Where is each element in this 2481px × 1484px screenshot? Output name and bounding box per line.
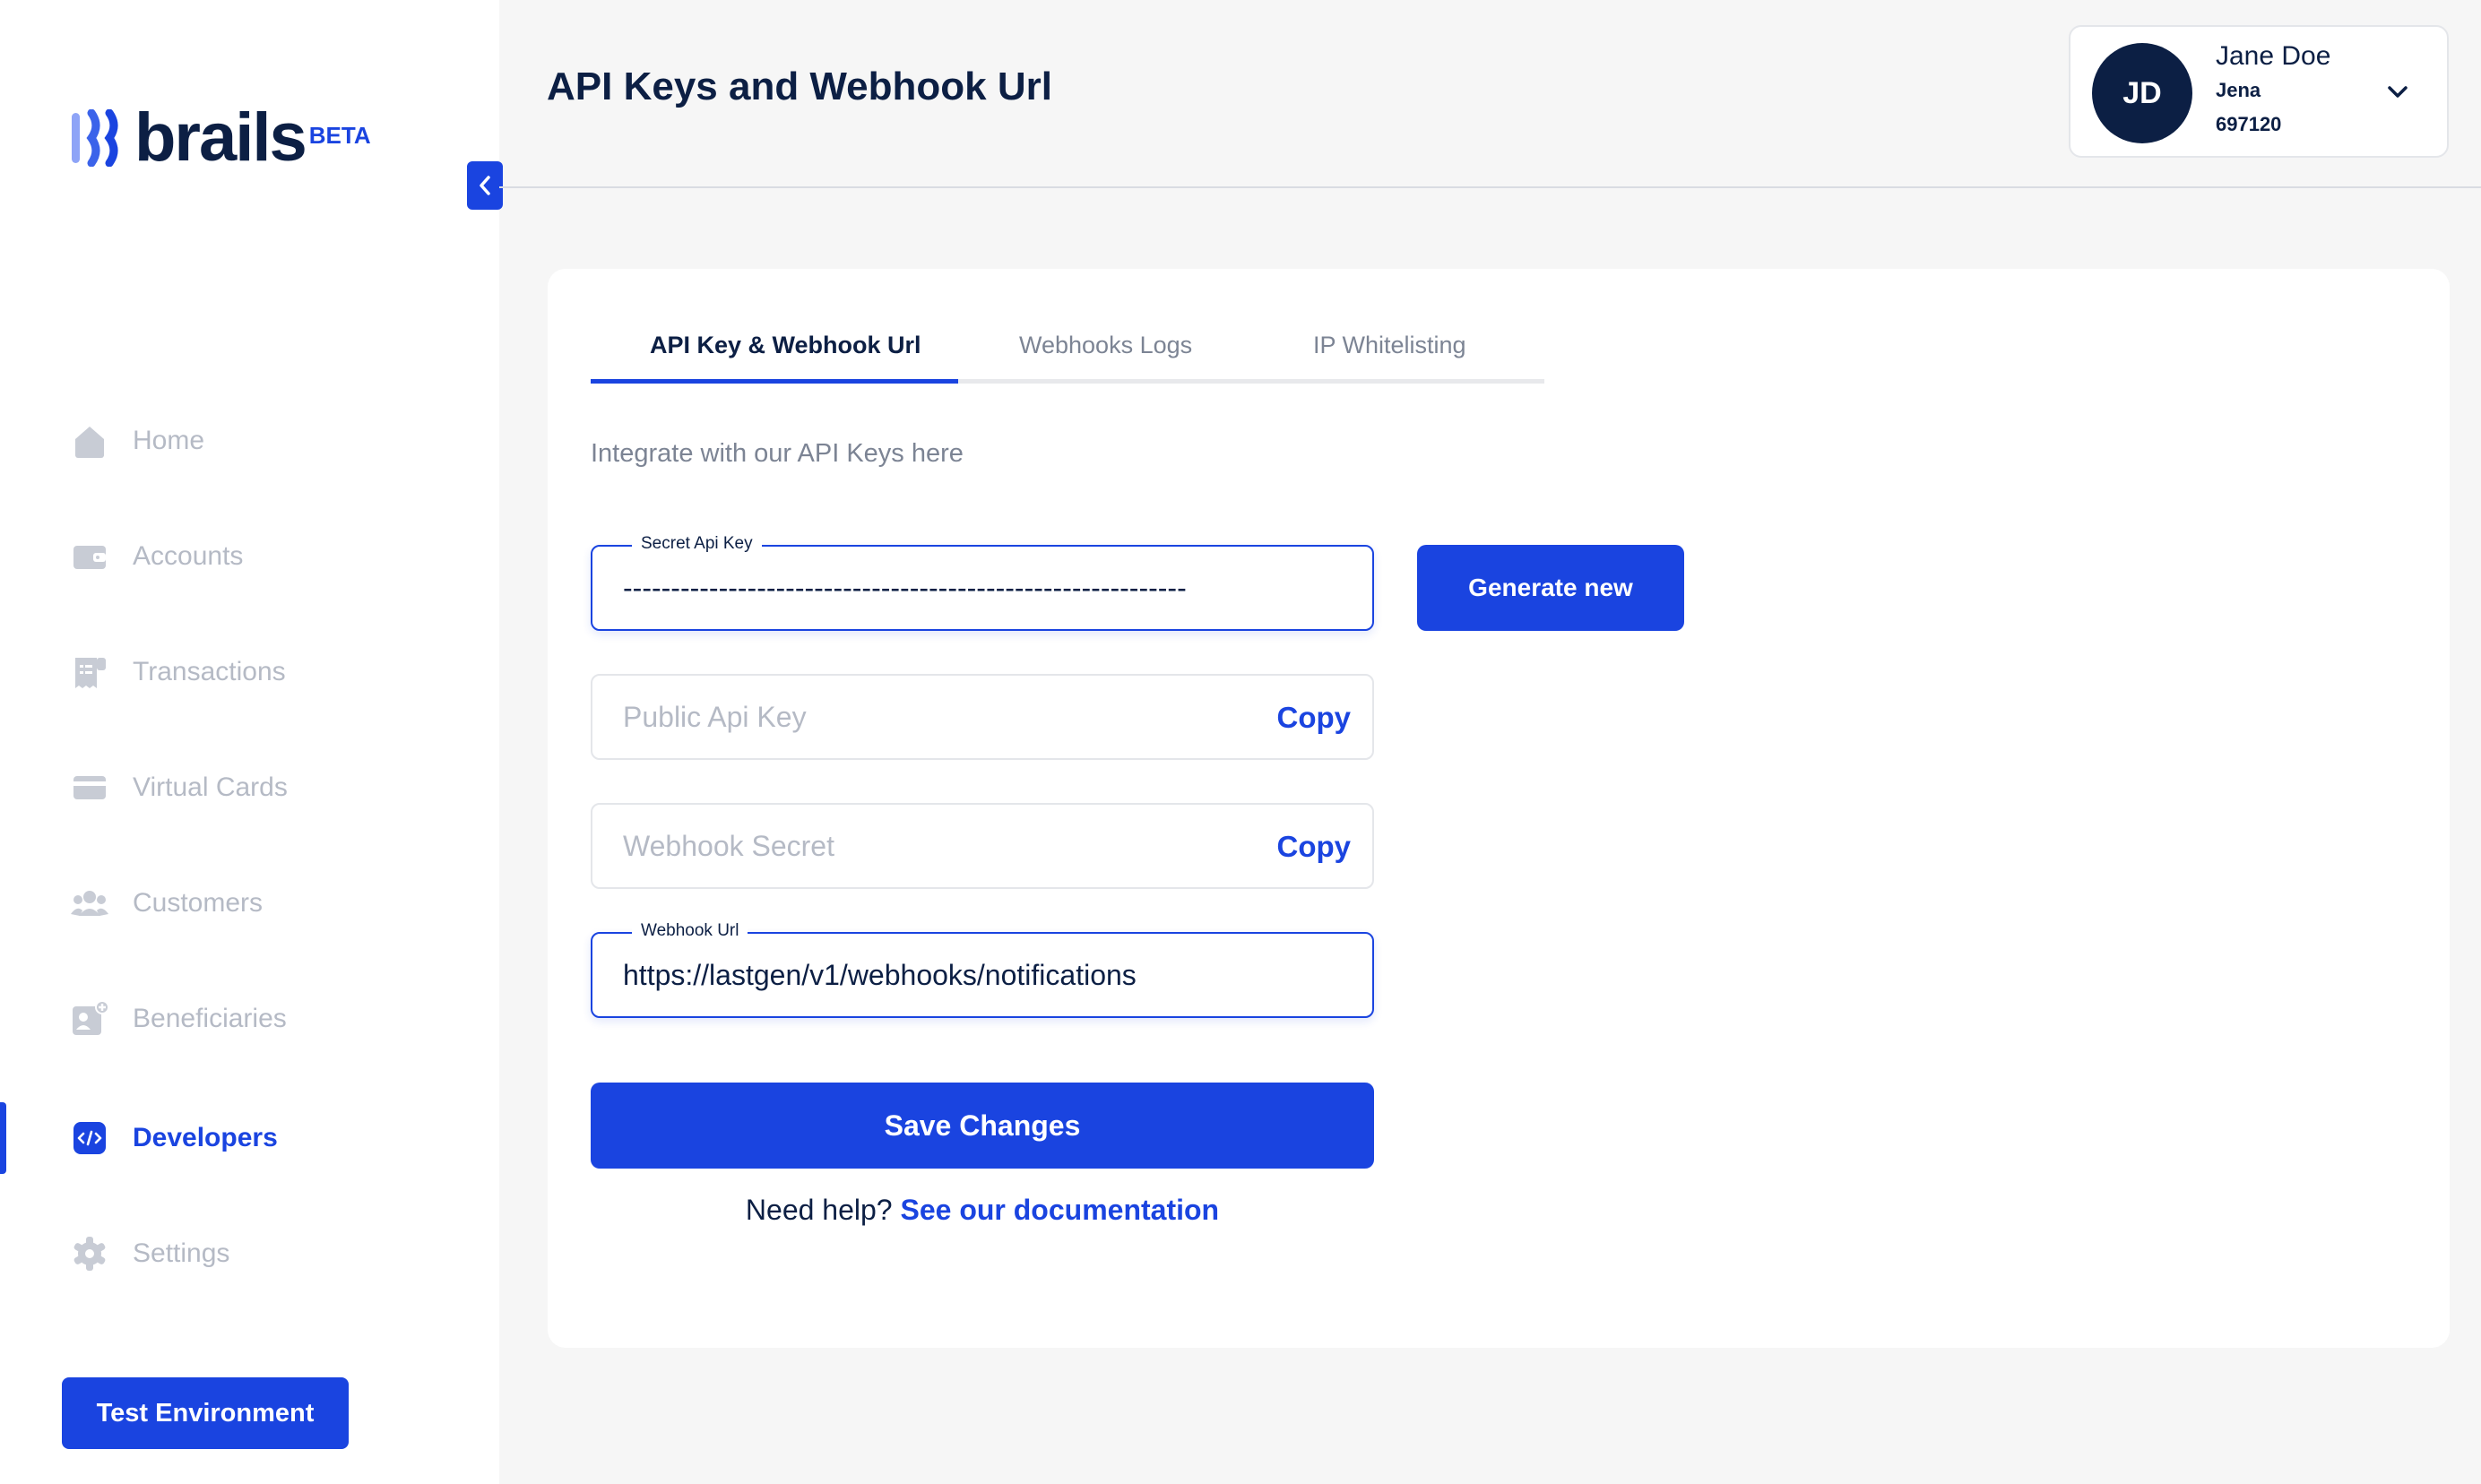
sidebar-item-label: Accounts bbox=[133, 541, 244, 571]
tab-bar: API Key & Webhook Url Webhooks Logs IP W… bbox=[591, 323, 1544, 384]
chevron-down-icon[interactable] bbox=[2384, 79, 2411, 106]
collapse-sidebar-button[interactable] bbox=[467, 161, 503, 210]
sidebar-item-label: Settings bbox=[133, 1238, 230, 1268]
save-changes-button[interactable]: Save Changes bbox=[591, 1083, 1374, 1169]
public-api-key-field: Copy bbox=[591, 674, 1374, 760]
users-icon bbox=[71, 891, 108, 916]
help-text: Need help? bbox=[745, 1194, 893, 1226]
beta-badge: BETA bbox=[308, 122, 371, 149]
sidebar-item-label: Beneficiaries bbox=[133, 1004, 287, 1033]
help-line: Need help? See our documentation bbox=[591, 1194, 1374, 1227]
user-menu[interactable]: JD Jane Doe Jena 697120 bbox=[2069, 25, 2449, 158]
sidebar-item-transactions[interactable]: Transactions bbox=[0, 636, 499, 708]
brand-name: brails bbox=[134, 99, 307, 176]
sidebar-item-label: Developers bbox=[133, 1123, 278, 1152]
sidebar-item-settings[interactable]: Settings bbox=[0, 1218, 499, 1290]
documentation-link[interactable]: See our documentation bbox=[900, 1194, 1219, 1226]
sidebar-item-customers[interactable]: Customers bbox=[0, 867, 499, 939]
webhook-secret-input[interactable] bbox=[623, 805, 1322, 887]
user-business: Jena bbox=[2216, 79, 2261, 101]
tab-webhooks-logs[interactable]: Webhooks Logs bbox=[1019, 332, 1192, 359]
copy-webhook-secret-button[interactable]: Copy bbox=[1277, 830, 1352, 864]
sidebar-item-virtual-cards[interactable]: Virtual Cards bbox=[0, 752, 499, 824]
sidebar-item-label: Home bbox=[133, 426, 205, 455]
code-icon bbox=[73, 1122, 106, 1154]
receipt-icon bbox=[75, 658, 106, 688]
home-icon bbox=[75, 427, 104, 458]
sidebar-item-accounts[interactable]: Accounts bbox=[0, 521, 499, 592]
wallet-icon bbox=[73, 546, 106, 569]
brails-logo-icon bbox=[72, 109, 118, 167]
chevron-left-icon bbox=[480, 176, 490, 195]
webhook-url-input[interactable] bbox=[623, 934, 1322, 1016]
tab-api-key-webhook[interactable]: API Key & Webhook Url bbox=[650, 332, 921, 359]
generate-new-button[interactable]: Generate new bbox=[1417, 545, 1684, 631]
user-name: Jane Doe bbox=[2216, 41, 2331, 71]
active-tab-underline bbox=[591, 379, 958, 384]
sidebar-item-label: Virtual Cards bbox=[133, 772, 288, 802]
brand-logo[interactable]: brails BETA bbox=[70, 99, 371, 176]
test-environment-button[interactable]: Test Environment bbox=[62, 1377, 349, 1449]
sidebar-item-developers[interactable]: Developers bbox=[0, 1102, 499, 1174]
sidebar-item-label: Transactions bbox=[133, 657, 286, 686]
card-icon bbox=[73, 776, 106, 799]
sidebar: brails BETA Home Accounts Transactions V… bbox=[0, 0, 499, 1484]
sidebar-item-label: Customers bbox=[133, 888, 264, 918]
page-title: API Keys and Webhook Url bbox=[547, 65, 1052, 108]
webhook-secret-field: Copy bbox=[591, 803, 1374, 889]
beneficiary-icon bbox=[73, 1000, 109, 1035]
gear-icon bbox=[73, 1237, 106, 1271]
avatar: JD bbox=[2092, 43, 2192, 143]
intro-text: Integrate with our API Keys here bbox=[591, 439, 964, 468]
copy-public-key-button[interactable]: Copy bbox=[1277, 701, 1352, 735]
secret-api-key-input[interactable] bbox=[623, 547, 1322, 629]
secret-api-key-field: Secret Api Key bbox=[591, 534, 1374, 631]
user-id: 697120 bbox=[2216, 113, 2282, 135]
header-divider bbox=[499, 186, 2481, 188]
sidebar-item-beneficiaries[interactable]: Beneficiaries bbox=[0, 983, 499, 1055]
sidebar-item-home[interactable]: Home bbox=[0, 405, 499, 477]
public-api-key-input[interactable] bbox=[623, 676, 1322, 758]
webhook-url-field: Webhook Url bbox=[591, 921, 1374, 1018]
tab-ip-whitelisting[interactable]: IP Whitelisting bbox=[1313, 332, 1466, 359]
api-keys-card: API Key & Webhook Url Webhooks Logs IP W… bbox=[548, 269, 2450, 1348]
